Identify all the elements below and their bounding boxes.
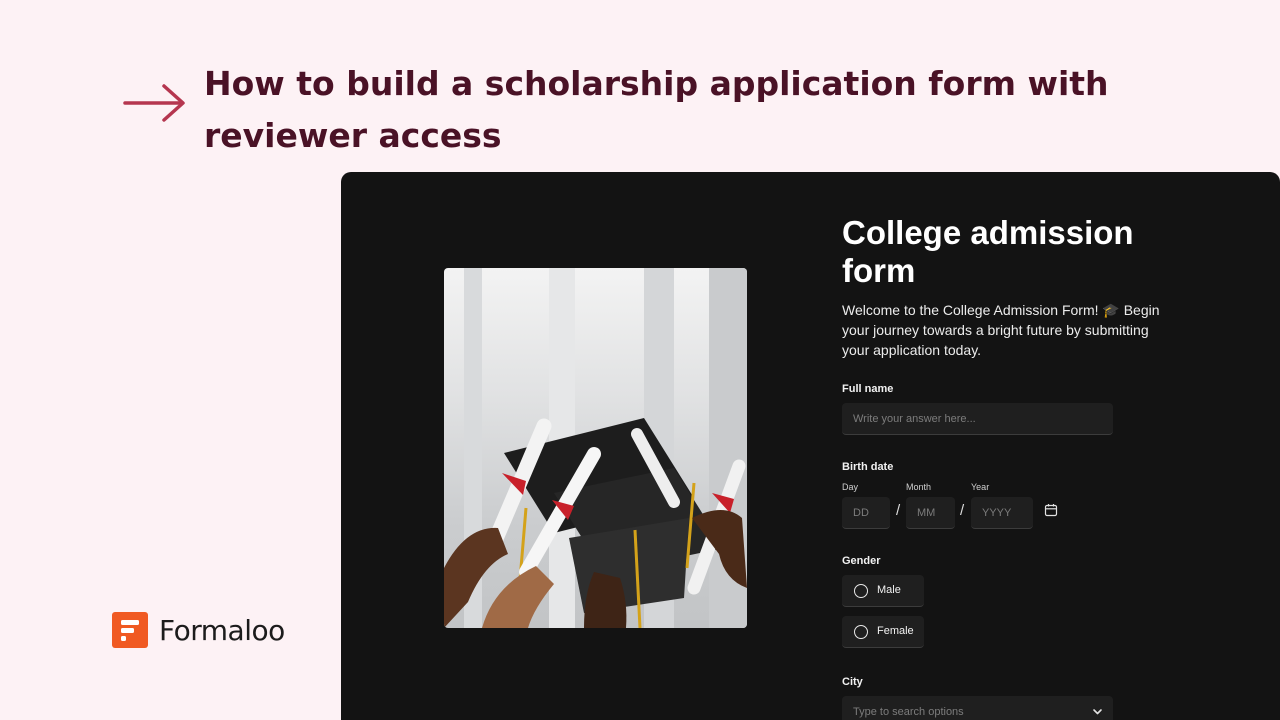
brand-name: Formaloo xyxy=(159,613,285,647)
formaloo-logo-icon xyxy=(112,612,148,648)
form-description: Welcome to the College Admission Form! 🎓… xyxy=(842,302,1160,358)
day-label: Day xyxy=(842,482,859,492)
graduation-photo xyxy=(444,268,747,628)
radio-icon xyxy=(854,584,868,598)
city-label: City xyxy=(842,676,863,688)
form-preview-window: College admission form Welcome to the Co… xyxy=(341,172,1280,720)
date-separator: / xyxy=(960,502,965,519)
birth-date-label: Birth date xyxy=(842,461,894,473)
full-name-label: Full name xyxy=(842,383,894,395)
gender-label: Gender xyxy=(842,555,881,567)
gender-option-label: Female xyxy=(877,625,914,637)
arrow-right-icon xyxy=(123,84,185,122)
city-select[interactable]: Type to search options xyxy=(842,696,1113,720)
radio-icon xyxy=(854,625,868,639)
city-placeholder: Type to search options xyxy=(853,706,964,718)
gender-option-male[interactable]: Male xyxy=(842,575,924,607)
full-name-input[interactable]: Write your answer here... xyxy=(842,403,1113,435)
year-label: Year xyxy=(971,482,990,492)
day-input[interactable]: DD xyxy=(842,497,890,529)
page-headline: How to build a scholarship application f… xyxy=(204,64,1109,155)
month-input[interactable]: MM xyxy=(906,497,955,529)
form-title: College admission form xyxy=(842,214,1134,289)
month-label: Month xyxy=(906,482,932,492)
gender-option-female[interactable]: Female xyxy=(842,616,924,648)
gender-option-label: Male xyxy=(877,584,901,596)
calendar-icon[interactable] xyxy=(1044,503,1058,517)
year-input[interactable]: YYYY xyxy=(971,497,1033,529)
date-separator: / xyxy=(896,502,901,519)
chevron-down-icon xyxy=(1093,709,1102,715)
brand-logo: Formaloo xyxy=(112,612,285,648)
